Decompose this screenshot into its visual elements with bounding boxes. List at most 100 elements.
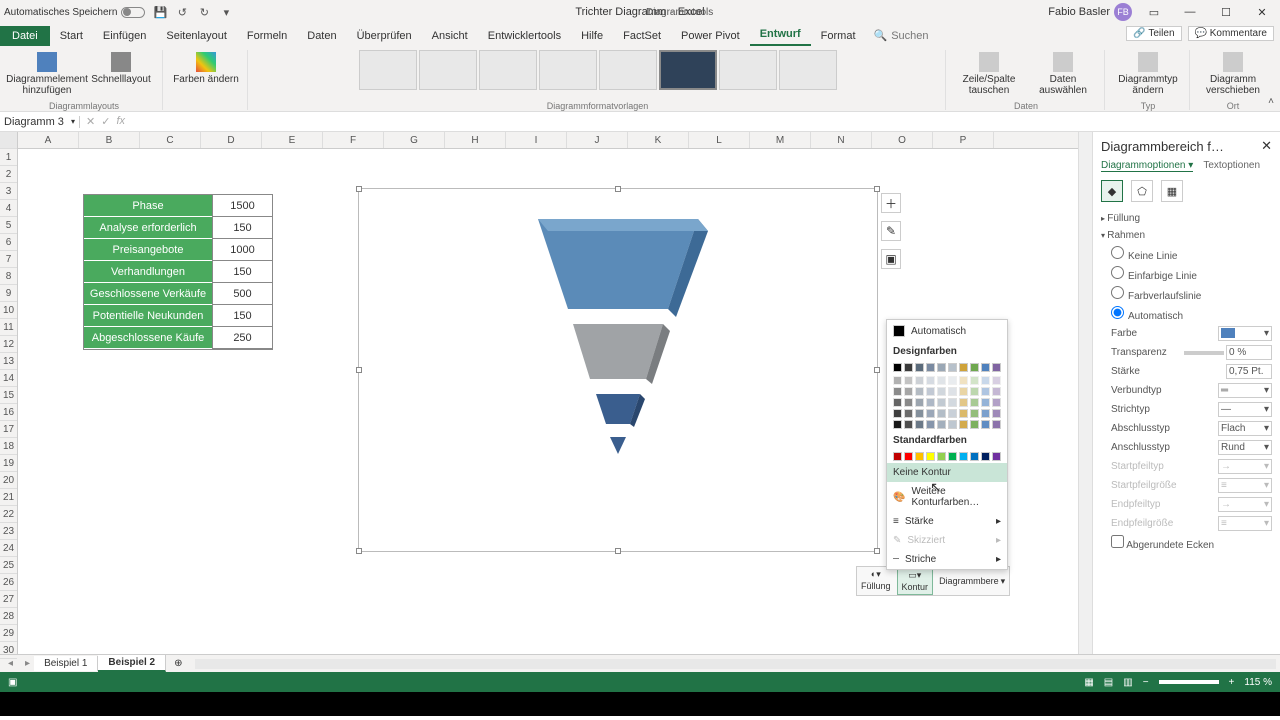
record-macro-icon[interactable]: ▣	[8, 677, 17, 688]
fx-icon[interactable]: fx	[116, 115, 125, 128]
chart-style-3[interactable]	[479, 50, 537, 90]
border-transparency[interactable]: Transparenz0 %	[1101, 343, 1272, 362]
chart-style-4[interactable]	[539, 50, 597, 90]
close-icon[interactable]: ✕	[1248, 2, 1276, 22]
tab-review[interactable]: Überprüfen	[347, 26, 422, 46]
mini-chart-area-button[interactable]: Diagrammbere▾	[935, 567, 1009, 595]
theme-shades-grid[interactable]	[887, 374, 1007, 431]
undo-icon[interactable]: ↺	[175, 5, 189, 19]
source-data-table[interactable]: Phase1500Analyse erforderlich150Preisang…	[83, 194, 273, 350]
view-page-break-icon[interactable]: ▥	[1123, 677, 1132, 688]
border-color[interactable]: Farbe▾	[1101, 324, 1272, 343]
chart-elements-button[interactable]: ＋	[881, 193, 901, 213]
border-gradient-radio[interactable]: Farbverlaufslinie	[1101, 284, 1272, 304]
chart-style-7[interactable]	[719, 50, 777, 90]
border-compound[interactable]: Verbundtyp═▾	[1101, 381, 1272, 400]
minimize-icon[interactable]: —	[1176, 2, 1204, 22]
vertical-scrollbar[interactable]	[1078, 132, 1092, 654]
fill-line-tab-icon[interactable]: ◆	[1101, 180, 1123, 202]
effects-tab-icon[interactable]: ⬠	[1131, 180, 1153, 202]
mini-outline-button[interactable]: ▭▾Kontur	[897, 567, 934, 595]
zoom-slider[interactable]	[1159, 680, 1219, 684]
accept-formula-icon[interactable]: ✓	[101, 115, 110, 128]
chart-style-2[interactable]	[419, 50, 477, 90]
subtab-chart-options[interactable]: Diagrammoptionen ▾	[1101, 160, 1193, 172]
zoom-level[interactable]: 115 %	[1244, 677, 1272, 688]
outline-dashes[interactable]: ┄Striche▸	[887, 550, 1007, 569]
chart-style-5[interactable]	[599, 50, 657, 90]
chart-style-1[interactable]	[359, 50, 417, 90]
save-icon[interactable]: 💾	[153, 5, 167, 19]
funnel-chart[interactable]: ＋ ✎ ▣	[358, 188, 878, 552]
tab-format[interactable]: Format	[811, 26, 866, 46]
user-account[interactable]: Fabio Basler FB	[1048, 3, 1132, 21]
change-colors-button[interactable]: Farben ändern	[171, 50, 241, 85]
border-solid-radio[interactable]: Einfarbige Linie	[1101, 264, 1272, 284]
border-auto-radio[interactable]: Automatisch	[1101, 304, 1272, 324]
standard-color-grid[interactable]	[887, 450, 1007, 463]
border-width[interactable]: Stärke0,75 Pt.	[1101, 362, 1272, 381]
zoom-in-icon[interactable]: +	[1229, 677, 1235, 688]
tab-powerpivot[interactable]: Power Pivot	[671, 26, 750, 46]
tab-design[interactable]: Entwurf	[750, 24, 811, 46]
chart-style-8[interactable]	[779, 50, 837, 90]
cancel-formula-icon[interactable]: ✕	[86, 115, 95, 128]
horizontal-scrollbar[interactable]	[195, 659, 1276, 669]
new-sheet-icon[interactable]: ⊕	[166, 658, 190, 669]
add-chart-element-button[interactable]: Diagrammelement hinzufügen	[12, 50, 82, 96]
worksheet-grid[interactable]: ABCDEFGHIJKLMNOP Phase1500Analyse erford…	[18, 132, 1092, 654]
comments-button[interactable]: 💬 Kommentare	[1188, 26, 1274, 41]
automatic-color[interactable]: Automatisch	[887, 320, 1007, 342]
maximize-icon[interactable]: ☐	[1212, 2, 1240, 22]
border-dash[interactable]: Strichtyp—▾	[1101, 400, 1272, 419]
collapse-ribbon-icon[interactable]: ˄	[1268, 96, 1274, 107]
sheet-tab-2[interactable]: Beispiel 2	[98, 655, 166, 672]
zoom-out-icon[interactable]: −	[1143, 677, 1149, 688]
view-normal-icon[interactable]: ▦	[1084, 677, 1093, 688]
rounded-corners-check[interactable]: Abgerundete Ecken	[1101, 533, 1272, 553]
fill-section-header[interactable]: Füllung	[1101, 210, 1272, 227]
move-chart-button[interactable]: Diagramm verschieben	[1198, 50, 1268, 96]
no-outline[interactable]: Keine Kontur	[887, 463, 1007, 482]
tab-page-layout[interactable]: Seitenlayout	[156, 26, 237, 46]
more-outline-colors[interactable]: 🎨Weitere Konturfarben…	[887, 482, 1007, 512]
tab-file[interactable]: Datei	[0, 26, 50, 46]
subtab-text-options[interactable]: Textoptionen	[1203, 160, 1260, 172]
switch-row-col-button[interactable]: Zeile/Spalte tauschen	[954, 50, 1024, 96]
theme-color-grid[interactable]	[887, 361, 1007, 374]
qat-dropdown-icon[interactable]: ▾	[219, 5, 233, 19]
change-chart-type-button[interactable]: Diagrammtyp ändern	[1113, 50, 1183, 96]
tab-data[interactable]: Daten	[297, 26, 346, 46]
autosave-toggle[interactable]: Automatisches Speichern	[4, 7, 145, 18]
quick-layout-button[interactable]: Schnelllayout	[86, 50, 156, 85]
share-button[interactable]: 🔗 Teilen	[1126, 26, 1181, 41]
size-props-tab-icon[interactable]: ▦	[1161, 180, 1183, 202]
select-data-button[interactable]: Daten auswählen	[1028, 50, 1098, 96]
select-all-corner[interactable]	[0, 132, 17, 149]
border-join[interactable]: AnschlusstypRund▾	[1101, 438, 1272, 457]
sheet-tab-1[interactable]: Beispiel 1	[34, 656, 98, 671]
chart-styles-button[interactable]: ✎	[881, 221, 901, 241]
tab-start[interactable]: Start	[50, 26, 93, 46]
sheet-nav-next-icon[interactable]: ▸	[21, 658, 34, 669]
tab-view[interactable]: Ansicht	[422, 26, 478, 46]
close-pane-icon[interactable]: ✕	[1261, 138, 1272, 154]
chart-style-6[interactable]	[659, 50, 717, 90]
border-section-header[interactable]: Rahmen	[1101, 227, 1272, 244]
border-none-radio[interactable]: Keine Linie	[1101, 244, 1272, 264]
tab-help[interactable]: Hilfe	[571, 26, 613, 46]
mini-fill-button[interactable]: ◐▾Füllung	[857, 567, 895, 595]
ribbon-display-icon[interactable]: ▭	[1140, 2, 1168, 22]
sheet-nav-prev-icon[interactable]: ◂	[0, 658, 21, 669]
search-box[interactable]: 🔍 Suchen	[866, 25, 937, 46]
redo-icon[interactable]: ↻	[197, 5, 211, 19]
name-box[interactable]: Diagramm 3▾	[0, 116, 80, 128]
border-cap[interactable]: AbschlusstypFlach▾	[1101, 419, 1272, 438]
tab-factset[interactable]: FactSet	[613, 26, 671, 46]
chart-filters-button[interactable]: ▣	[881, 249, 901, 269]
tab-devtools[interactable]: Entwicklertools	[478, 26, 571, 46]
view-page-layout-icon[interactable]: ▤	[1104, 677, 1113, 688]
tab-insert[interactable]: Einfügen	[93, 26, 156, 46]
outline-weight[interactable]: ≡Stärke▸	[887, 512, 1007, 531]
tab-formulas[interactable]: Formeln	[237, 26, 297, 46]
